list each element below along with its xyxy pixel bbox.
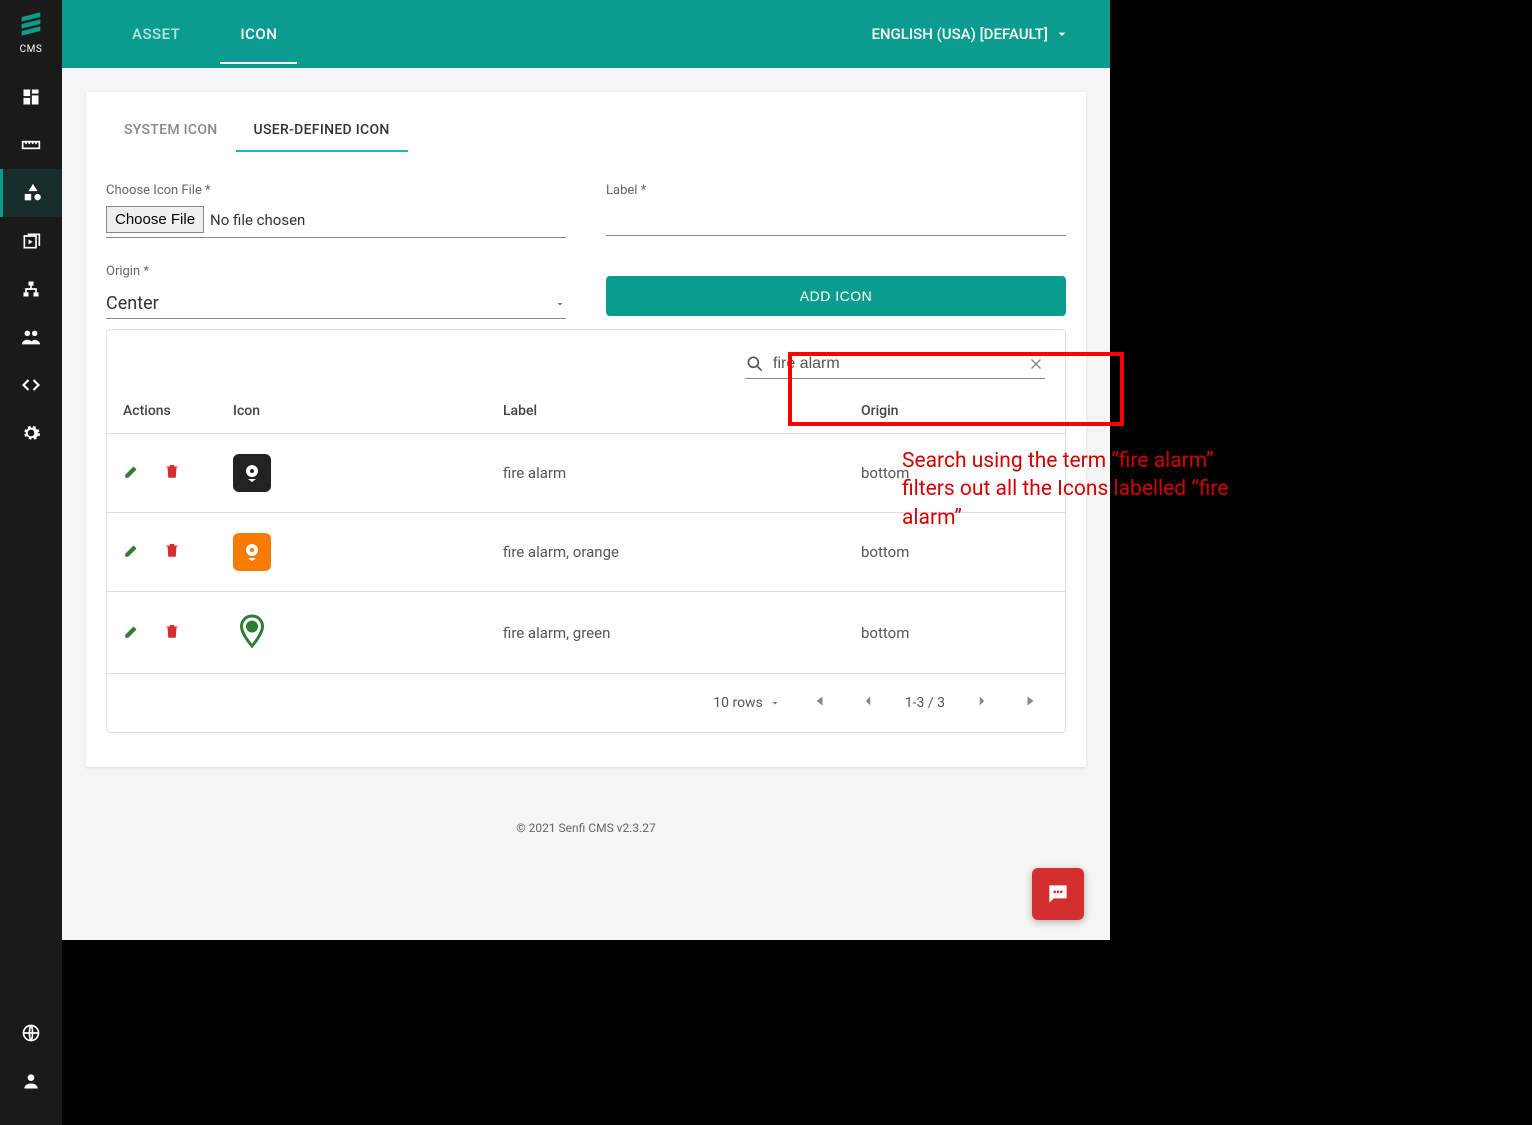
row-origin: bottom: [845, 592, 1065, 674]
delete-button[interactable]: [163, 466, 181, 484]
subtab-user-defined-icon[interactable]: USER-DEFINED ICON: [236, 112, 408, 152]
nav-library[interactable]: [0, 217, 62, 265]
trash-icon: [163, 462, 181, 480]
label-input[interactable]: [606, 206, 1066, 236]
ruler-icon: [21, 135, 41, 155]
col-icon: Icon: [217, 389, 487, 434]
nav-ruler[interactable]: [0, 121, 62, 169]
app-logo: [17, 10, 45, 38]
footer-text: © 2021 Senfi CMS v2.3.27: [62, 791, 1110, 865]
main-card: SYSTEM ICON USER-DEFINED ICON Choose Ico…: [86, 92, 1086, 767]
person-icon: [21, 1071, 41, 1091]
origin-select[interactable]: Center: [106, 287, 566, 319]
rows-per-page[interactable]: 10 rows: [713, 695, 781, 711]
row-label: fire alarm, green: [487, 592, 845, 674]
users-icon: [20, 326, 42, 348]
chat-icon: [1045, 881, 1071, 907]
file-field-label: Choose Icon File *: [106, 183, 566, 198]
video-library-icon: [21, 231, 41, 251]
nav-shapes[interactable]: [0, 169, 62, 217]
trash-icon: [163, 541, 181, 559]
shapes-icon: [22, 182, 44, 204]
pin-icon: [234, 613, 270, 649]
edit-button[interactable]: [123, 466, 141, 484]
subtab-system-icon[interactable]: SYSTEM ICON: [106, 112, 236, 152]
page-prev[interactable]: [855, 688, 881, 718]
language-label: ENGLISH (USA) [DEFAULT]: [871, 25, 1048, 43]
edit-button[interactable]: [123, 545, 141, 563]
pencil-icon: [123, 622, 141, 640]
nav-dashboard[interactable]: [0, 73, 62, 121]
hierarchy-icon: [21, 279, 41, 299]
pencil-icon: [123, 462, 141, 480]
add-icon-button[interactable]: ADD ICON: [606, 276, 1066, 316]
search-row: [107, 350, 1065, 389]
rows-label: 10 rows: [713, 695, 763, 711]
sidebar-bottom: [0, 1009, 62, 1105]
language-selector[interactable]: ENGLISH (USA) [DEFAULT]: [871, 25, 1070, 43]
nav-profile[interactable]: [0, 1057, 62, 1105]
icon-thumbnail: [233, 454, 271, 492]
dropdown-icon: [769, 697, 781, 709]
pagination: 10 rows 1-3 / 3: [107, 674, 1065, 732]
page-range: 1-3 / 3: [905, 695, 945, 711]
clear-search-icon[interactable]: [1027, 355, 1045, 373]
chevron-down-icon: [1054, 26, 1070, 42]
nav-hierarchy[interactable]: [0, 265, 62, 313]
tab-asset[interactable]: ASSET: [102, 0, 210, 68]
code-icon: [21, 375, 41, 395]
chat-fab[interactable]: [1032, 868, 1084, 920]
origin-value: Center: [106, 293, 159, 314]
choose-file-button[interactable]: Choose File: [106, 206, 204, 233]
dropdown-icon: [554, 298, 566, 310]
black-region: [1110, 0, 1532, 1125]
nav-users[interactable]: [0, 313, 62, 361]
annotation-text: Search using the term “fire alarm” filte…: [902, 447, 1262, 532]
nav-code[interactable]: [0, 361, 62, 409]
row-label: fire alarm: [487, 434, 845, 513]
search-input[interactable]: [773, 355, 1019, 373]
nav-settings[interactable]: [0, 409, 62, 457]
globe-icon: [21, 1023, 41, 1043]
alarm-icon: [240, 540, 264, 564]
col-label: Label: [487, 389, 845, 434]
subtabs: SYSTEM ICON USER-DEFINED ICON: [86, 112, 1086, 153]
trash-icon: [163, 622, 181, 640]
chevron-left-icon: [859, 692, 877, 710]
dashboard-icon: [21, 87, 41, 107]
col-origin: Origin: [845, 389, 1065, 434]
topbar: ASSET ICON ENGLISH (USA) [DEFAULT]: [62, 0, 1110, 68]
alarm-icon: [240, 461, 264, 485]
icon-thumbnail: [233, 612, 271, 650]
form-row-2: Origin * Center ADD ICON: [86, 248, 1086, 329]
last-page-icon: [1023, 692, 1041, 710]
form-row-1: Choose Icon File * Choose File No file c…: [86, 153, 1086, 248]
icon-thumbnail: [233, 533, 271, 571]
file-chosen-text: No file chosen: [210, 211, 305, 229]
table-row: fire alarm, green bottom: [107, 592, 1065, 674]
cms-label: CMS: [20, 44, 43, 55]
search-icon: [745, 354, 765, 374]
file-input-row: Choose File No file chosen: [106, 206, 566, 238]
row-label: fire alarm, orange: [487, 513, 845, 592]
origin-field-label: Origin *: [106, 264, 566, 279]
tab-icon[interactable]: ICON: [210, 0, 307, 68]
delete-button[interactable]: [163, 545, 181, 563]
gear-icon: [21, 423, 41, 443]
nav-globe[interactable]: [0, 1009, 62, 1057]
col-actions: Actions: [107, 389, 217, 434]
page-next[interactable]: [969, 688, 995, 718]
sidebar: CMS: [0, 0, 62, 1125]
search-box: [745, 350, 1045, 379]
page-first[interactable]: [805, 688, 831, 718]
edit-button[interactable]: [123, 626, 141, 644]
label-field-label: Label *: [606, 183, 1066, 198]
delete-button[interactable]: [163, 626, 181, 644]
first-page-icon: [809, 692, 827, 710]
pencil-icon: [123, 541, 141, 559]
chevron-right-icon: [973, 692, 991, 710]
page-last[interactable]: [1019, 688, 1045, 718]
